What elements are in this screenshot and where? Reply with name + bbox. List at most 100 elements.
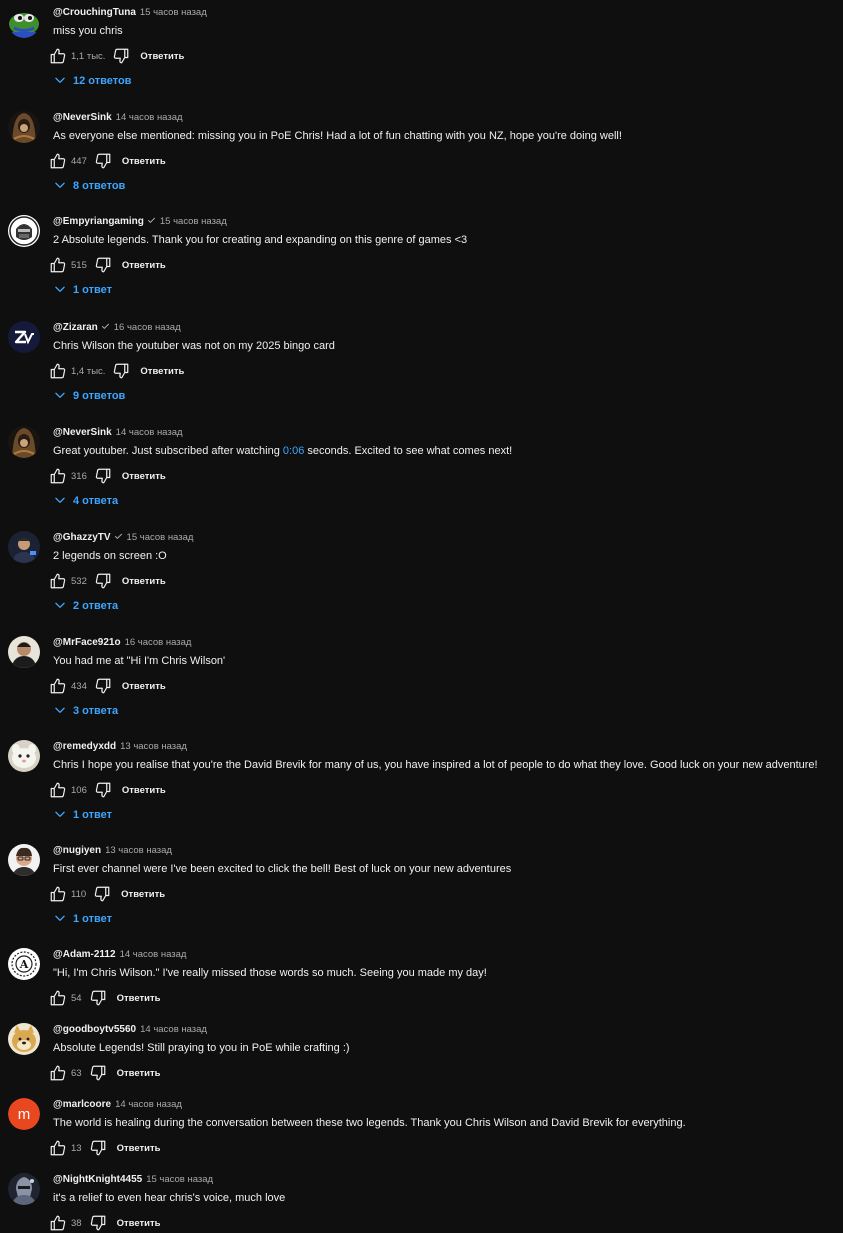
comment-author[interactable]: @Zizaran: [53, 322, 98, 333]
replies-toggle[interactable]: 12 ответов: [53, 73, 131, 89]
comment-text: Chris Wilson the youtuber was not on my …: [53, 340, 335, 352]
comment-author[interactable]: @goodboytv5560: [53, 1024, 136, 1035]
reply-button[interactable]: Ответить: [140, 51, 184, 62]
replies-toggle[interactable]: 9 ответов: [53, 388, 125, 404]
reply-button[interactable]: Ответить: [122, 260, 166, 271]
like-button[interactable]: [49, 1139, 67, 1157]
dislike-button[interactable]: [89, 1214, 107, 1232]
comment-time[interactable]: 13 часов назад: [120, 741, 187, 752]
comment-author[interactable]: @Empyriangaming: [53, 216, 144, 227]
like-button[interactable]: [49, 885, 67, 903]
replies-toggle[interactable]: 4 ответа: [53, 493, 118, 509]
dislike-button[interactable]: [89, 1064, 107, 1082]
comment-author[interactable]: @nugiyen: [53, 845, 101, 856]
avatar[interactable]: [8, 636, 40, 668]
dislike-button[interactable]: [89, 989, 107, 1007]
avatar[interactable]: [8, 740, 40, 772]
reply-button[interactable]: Ответить: [122, 156, 166, 167]
reply-button[interactable]: Ответить: [121, 889, 165, 900]
reply-button[interactable]: Ответить: [122, 471, 166, 482]
like-button[interactable]: [49, 362, 67, 380]
replies-toggle[interactable]: 3 ответа: [53, 703, 118, 719]
comment-author[interactable]: @MrFace921o: [53, 637, 121, 648]
replies-toggle[interactable]: 2 ответа: [53, 598, 118, 614]
avatar[interactable]: [8, 111, 40, 143]
reply-button[interactable]: Ответить: [117, 993, 161, 1004]
like-button[interactable]: [49, 1214, 67, 1232]
thumbs-down-icon: [95, 782, 111, 798]
reply-button[interactable]: Ответить: [117, 1068, 161, 1079]
comment-time[interactable]: 14 часов назад: [116, 112, 183, 123]
dislike-button[interactable]: [94, 467, 112, 485]
reply-button[interactable]: Ответить: [140, 366, 184, 377]
dislike-button[interactable]: [94, 677, 112, 695]
dislike-button[interactable]: [94, 572, 112, 590]
comment-time[interactable]: 14 часов назад: [140, 1024, 207, 1035]
dislike-button[interactable]: [112, 362, 130, 380]
reply-button[interactable]: Ответить: [122, 785, 166, 796]
dislike-button[interactable]: [94, 781, 112, 799]
zizaran-logo-avatar-icon: [8, 321, 40, 353]
comment-time[interactable]: 15 часов назад: [140, 7, 207, 18]
comment-time[interactable]: 13 часов назад: [105, 845, 172, 856]
avatar[interactable]: [8, 1023, 40, 1055]
like-button[interactable]: [49, 1064, 67, 1082]
replies-toggle[interactable]: 8 ответов: [53, 178, 125, 194]
like-button[interactable]: [49, 152, 67, 170]
avatar[interactable]: m: [8, 1098, 40, 1130]
comment-author[interactable]: @Adam-2112: [53, 949, 116, 960]
reply-button[interactable]: Ответить: [117, 1218, 161, 1229]
thumbs-down-icon: [90, 990, 105, 1006]
thumbs-up-icon: [50, 468, 66, 484]
comment-time[interactable]: 16 часов назад: [114, 322, 181, 333]
reply-button[interactable]: Ответить: [117, 1143, 161, 1154]
comment-time[interactable]: 15 часов назад: [146, 1174, 213, 1185]
like-button[interactable]: [49, 467, 67, 485]
dislike-button[interactable]: [112, 47, 130, 65]
timestamp-link[interactable]: 0:06: [283, 445, 304, 457]
like-button[interactable]: [49, 572, 67, 590]
reply-button[interactable]: Ответить: [122, 576, 166, 587]
comment-author[interactable]: @NeverSink: [53, 427, 112, 438]
like-button[interactable]: [49, 989, 67, 1007]
dislike-button[interactable]: [89, 1139, 107, 1157]
comment-header: @Adam-2112 14 часов назад: [53, 948, 186, 962]
like-count: 38: [71, 1217, 82, 1229]
replies-toggle[interactable]: 1 ответ: [53, 807, 112, 823]
comment-author[interactable]: @CrouchingTuna: [53, 7, 136, 18]
avatar[interactable]: [8, 426, 40, 458]
avatar[interactable]: [8, 1173, 40, 1205]
comment-time[interactable]: 15 часов назад: [127, 532, 194, 543]
like-button[interactable]: [49, 256, 67, 274]
comment-author[interactable]: @remedyxdd: [53, 741, 116, 752]
dislike-button[interactable]: [93, 885, 111, 903]
comment-actions: 13 Ответить: [49, 1139, 160, 1157]
chevron-down-icon: [53, 388, 67, 402]
avatar[interactable]: [8, 6, 40, 38]
comment-header: @nugiyen 13 часов назад: [53, 844, 172, 858]
comment-time[interactable]: 16 часов назад: [125, 637, 192, 648]
comment-author[interactable]: @NightKnight4455: [53, 1174, 142, 1185]
like-button[interactable]: [49, 677, 67, 695]
replies-toggle[interactable]: 1 ответ: [53, 282, 112, 298]
avatar[interactable]: [8, 215, 40, 247]
comment-author[interactable]: @GhazzyTV: [53, 532, 111, 543]
replies-toggle[interactable]: 1 ответ: [53, 911, 112, 927]
avatar[interactable]: [8, 321, 40, 353]
avatar[interactable]: [8, 531, 40, 563]
dislike-button[interactable]: [94, 152, 112, 170]
avatar[interactable]: [8, 844, 40, 876]
thumbs-down-icon: [95, 468, 111, 484]
like-button[interactable]: [49, 781, 67, 799]
reply-button[interactable]: Ответить: [122, 681, 166, 692]
comment-time[interactable]: 14 часов назад: [115, 1099, 182, 1110]
comment-time[interactable]: 15 часов назад: [160, 216, 227, 227]
thumbs-down-icon: [95, 573, 111, 589]
avatar[interactable]: A: [8, 948, 40, 980]
comment-time[interactable]: 14 часов назад: [116, 427, 183, 438]
comment-author[interactable]: @NeverSink: [53, 112, 112, 123]
comment-time[interactable]: 14 часов назад: [120, 949, 187, 960]
comment-author[interactable]: @marlcoore: [53, 1099, 111, 1110]
like-button[interactable]: [49, 47, 67, 65]
dislike-button[interactable]: [94, 256, 112, 274]
